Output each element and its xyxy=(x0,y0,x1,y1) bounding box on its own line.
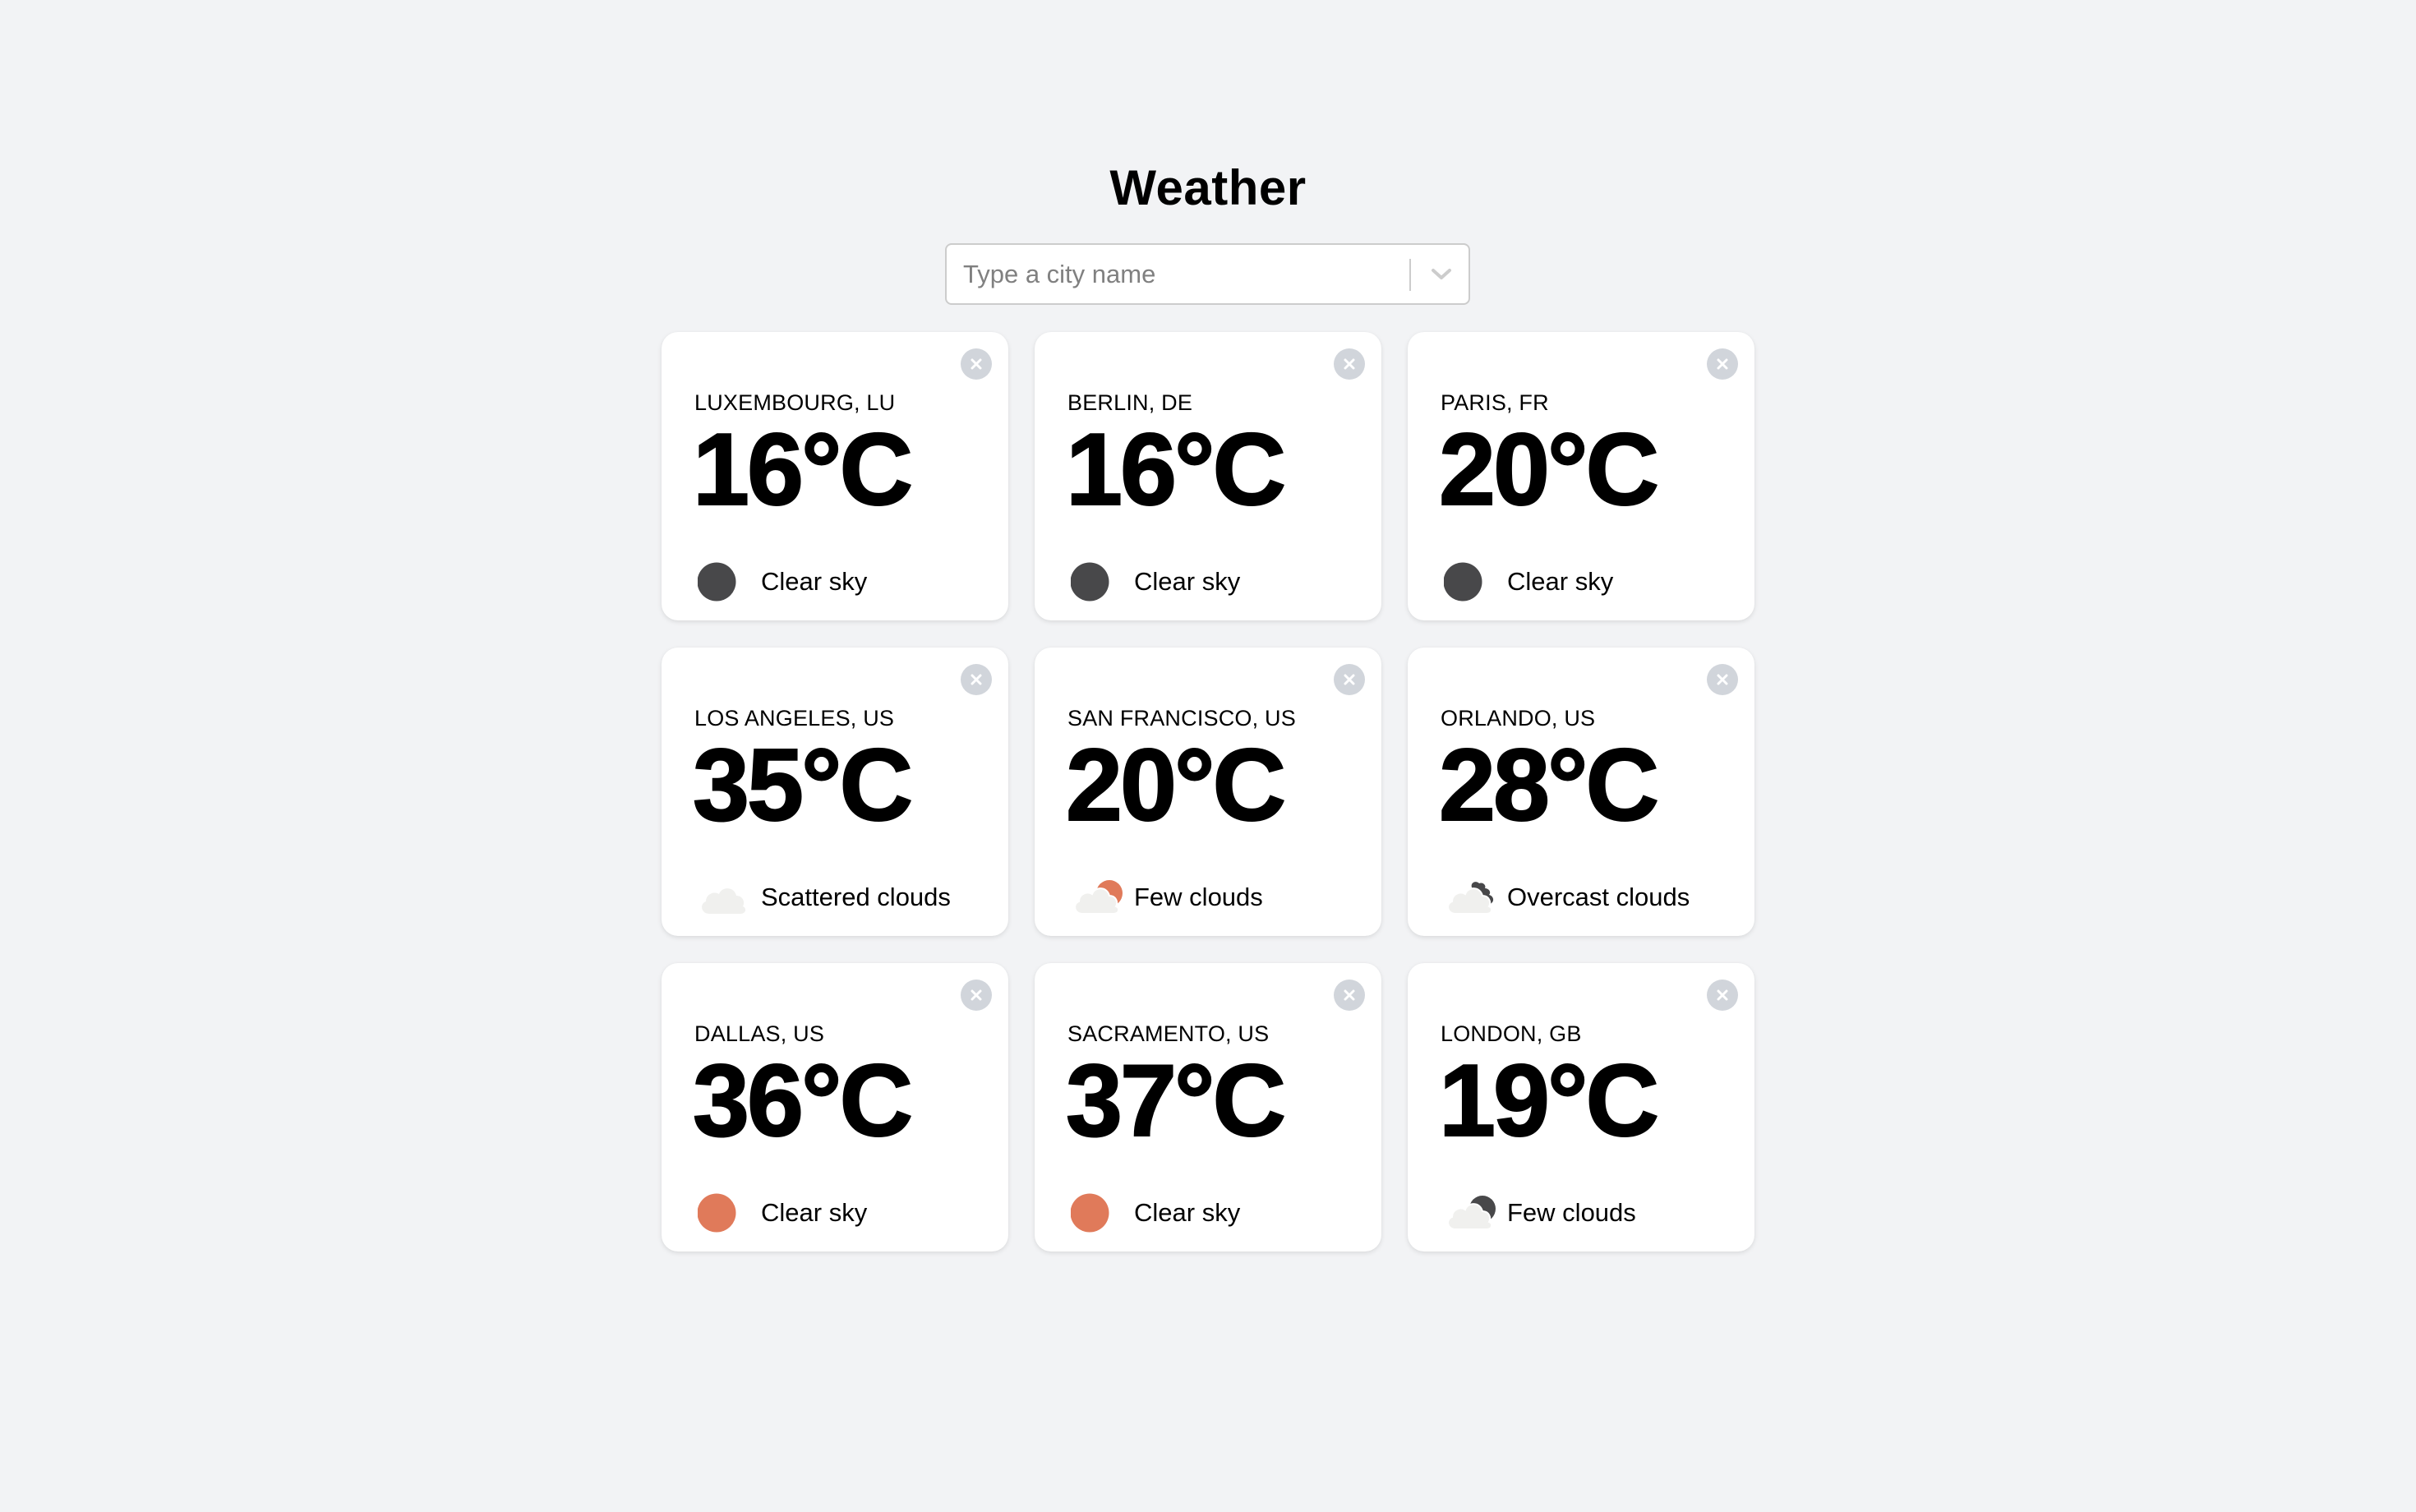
few-clouds-day-icon xyxy=(1071,878,1125,917)
clear-day-icon xyxy=(697,1193,752,1233)
city-name: SACRAMENTO, US xyxy=(1067,1021,1270,1046)
temperature: 20°C xyxy=(1438,413,1660,527)
weather-card: SACRAMENTO, US 37°C Clear sky xyxy=(1035,963,1381,1252)
remove-city-button[interactable] xyxy=(961,664,992,695)
clear-day-icon xyxy=(1070,1193,1125,1233)
temperature: 37°C xyxy=(1065,1044,1287,1158)
temperature: 36°C xyxy=(692,1044,914,1158)
condition-label: Clear sky xyxy=(1134,1198,1241,1227)
search-separator xyxy=(1409,259,1411,291)
city-name: DALLAS, US xyxy=(694,1021,825,1046)
condition-label: Overcast clouds xyxy=(1507,883,1690,911)
close-icon xyxy=(1344,674,1355,685)
temperature: 16°C xyxy=(692,413,914,527)
condition-row: Clear sky xyxy=(697,562,868,602)
temperature: 16°C xyxy=(1065,413,1287,527)
weather-card: PARIS, FR 20°C Clear sky xyxy=(1408,332,1754,620)
close-icon xyxy=(1717,989,1728,1001)
temperature: 19°C xyxy=(1438,1044,1660,1158)
chevron-down-icon[interactable] xyxy=(1423,256,1459,293)
remove-city-button[interactable] xyxy=(961,980,992,1011)
weather-card: BERLIN, DE 16°C Clear sky xyxy=(1035,332,1381,620)
city-name: ORLANDO, US xyxy=(1441,706,1596,731)
condition-row: Clear sky xyxy=(1443,562,1614,602)
condition-label: Clear sky xyxy=(761,567,868,596)
weather-card: DALLAS, US 36°C Clear sky xyxy=(662,963,1008,1252)
city-search-input[interactable] xyxy=(963,245,1399,303)
remove-city-button[interactable] xyxy=(1707,348,1738,380)
temperature: 20°C xyxy=(1065,729,1287,842)
city-name: LOS ANGELES, US xyxy=(694,706,895,731)
condition-label: Few clouds xyxy=(1507,1198,1636,1227)
temperature: 28°C xyxy=(1438,729,1660,842)
weather-card: LONDON, GB 19°C Few clouds xyxy=(1408,963,1754,1252)
condition-row: Few clouds xyxy=(1444,1193,1636,1233)
city-name: BERLIN, DE xyxy=(1067,390,1193,415)
condition-label: Clear sky xyxy=(761,1198,868,1227)
city-name: LUXEMBOURG, LU xyxy=(694,390,896,415)
condition-label: Few clouds xyxy=(1134,883,1263,911)
weather-card: LOS ANGELES, US 35°C Scattered clouds xyxy=(662,648,1008,936)
clear-night-icon xyxy=(1070,562,1125,602)
weather-card: LUXEMBOURG, LU 16°C Clear sky xyxy=(662,332,1008,620)
city-search-combobox[interactable] xyxy=(945,243,1470,305)
condition-row: Clear sky xyxy=(1070,1193,1241,1233)
clear-night-icon xyxy=(697,562,752,602)
condition-label: Scattered clouds xyxy=(761,883,951,911)
city-name: PARIS, FR xyxy=(1441,390,1549,415)
remove-city-button[interactable] xyxy=(961,348,992,380)
weather-card-grid: LUXEMBOURG, LU 16°C Clear sky BERLIN, DE… xyxy=(662,332,1754,1252)
condition-row: Scattered clouds xyxy=(698,878,951,917)
close-icon xyxy=(971,989,982,1001)
close-icon xyxy=(971,674,982,685)
clear-night-icon xyxy=(1443,562,1498,602)
remove-city-button[interactable] xyxy=(1707,664,1738,695)
city-name: SAN FRANCISCO, US xyxy=(1067,706,1296,731)
weather-card: SAN FRANCISCO, US 20°C Few clouds xyxy=(1035,648,1381,936)
condition-label: Clear sky xyxy=(1134,567,1241,596)
city-name: LONDON, GB xyxy=(1441,1021,1582,1046)
close-icon xyxy=(1344,358,1355,370)
remove-city-button[interactable] xyxy=(1334,664,1365,695)
cloud-icon xyxy=(698,878,752,917)
condition-row: Clear sky xyxy=(1070,562,1241,602)
condition-row: Clear sky xyxy=(697,1193,868,1233)
temperature: 35°C xyxy=(692,729,914,842)
few-clouds-night-icon xyxy=(1444,1193,1498,1233)
close-icon xyxy=(1344,989,1355,1001)
remove-city-button[interactable] xyxy=(1334,980,1365,1011)
weather-card: ORLANDO, US 28°C Overcast clouds xyxy=(1408,648,1754,936)
condition-row: Overcast clouds xyxy=(1444,878,1690,917)
page-title: Weather xyxy=(1109,160,1307,215)
close-icon xyxy=(1717,674,1728,685)
overcast-clouds-icon xyxy=(1444,878,1498,917)
remove-city-button[interactable] xyxy=(1707,980,1738,1011)
remove-city-button[interactable] xyxy=(1334,348,1365,380)
close-icon xyxy=(1717,358,1728,370)
condition-row: Few clouds xyxy=(1071,878,1263,917)
close-icon xyxy=(971,358,982,370)
condition-label: Clear sky xyxy=(1507,567,1614,596)
